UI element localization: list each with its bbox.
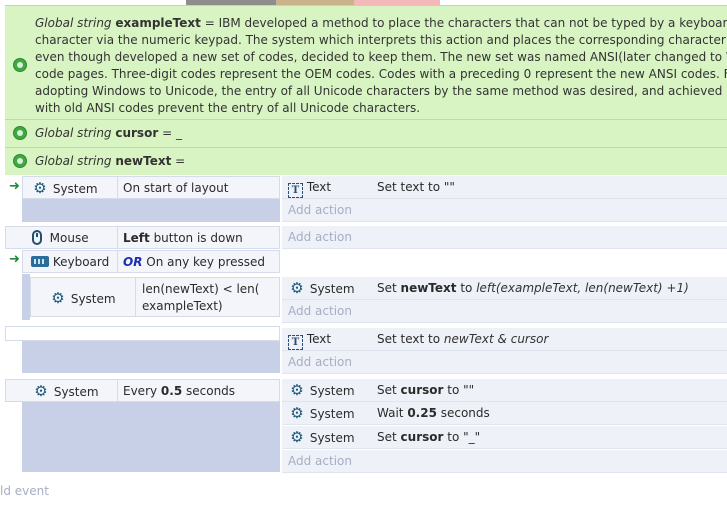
trigger-arrow-icon: ➜: [9, 252, 20, 267]
condition-object-keyboard[interactable]: Keyboard: [22, 250, 118, 273]
condition-object-mouse[interactable]: Mouse: [5, 226, 118, 249]
condition-object-system[interactable]: ⚙ System: [22, 176, 118, 199]
gear-icon: ⚙: [51, 289, 65, 307]
gear-icon: ⚙: [34, 382, 48, 400]
subevent-indent-band: [22, 274, 30, 320]
action-text: Set text to "": [377, 180, 455, 194]
trigger-arrow-icon: ➜: [9, 179, 20, 194]
action-row[interactable]: ⚙ System Set newText to left(exampleText…: [282, 277, 727, 300]
globe-icon: [13, 58, 27, 72]
text-object-icon: T: [288, 183, 303, 198]
action-text: Set newText to left(exampleText, len(new…: [377, 281, 689, 295]
add-event-link[interactable]: ld event: [0, 484, 49, 498]
global-variable-exampletext[interactable]: Global string exampleText = IBM develope…: [5, 5, 727, 119]
action-text: Set cursor to "_": [377, 430, 481, 444]
add-action-button[interactable]: Add action: [282, 226, 727, 249]
globe-icon: [13, 154, 27, 168]
condition-len-compare[interactable]: len(newText) < len( exampleText): [135, 277, 280, 317]
empty-action-area: [282, 250, 727, 273]
add-action-button[interactable]: Add action: [282, 450, 727, 473]
text-object-icon: T: [288, 335, 303, 350]
keyboard-icon: [31, 256, 49, 267]
condition-object-system[interactable]: ⚙ System: [30, 277, 136, 317]
gear-icon: ⚙: [290, 381, 304, 399]
global-variable-text: Global string exampleText = IBM develope…: [35, 16, 727, 115]
globe-icon: [13, 126, 27, 140]
action-text: Set cursor to "": [377, 383, 475, 397]
action-text: Wait 0.25 seconds: [377, 406, 490, 420]
gear-icon: ⚙: [290, 428, 304, 446]
global-variable-newtext[interactable]: Global string newText =: [5, 147, 727, 175]
gear-icon: ⚙: [290, 279, 304, 297]
condition-left-button-down[interactable]: Left button is down: [117, 226, 280, 249]
gear-icon: ⚙: [33, 179, 47, 197]
add-action-button[interactable]: Add action: [282, 300, 727, 323]
action-row[interactable]: ⚙ System Wait 0.25 seconds: [282, 402, 727, 425]
action-row[interactable]: T Text Set text to "": [282, 176, 727, 199]
condition-every-x-seconds[interactable]: Every 0.5 seconds: [117, 379, 280, 402]
add-action-button[interactable]: Add action: [282, 351, 727, 374]
action-row[interactable]: ⚙ System Set cursor to "": [282, 379, 727, 402]
empty-condition[interactable]: [5, 326, 280, 341]
condition-on-any-key-pressed[interactable]: OR On any key pressed: [117, 250, 280, 273]
global-variable-text: Global string newText =: [35, 154, 186, 168]
global-variable-text: Global string cursor = _: [35, 126, 182, 140]
gear-icon: ⚙: [290, 404, 304, 422]
mouse-icon: [32, 230, 42, 245]
add-action-button[interactable]: Add action: [282, 199, 727, 222]
action-row[interactable]: ⚙ System Set cursor to "_": [282, 426, 727, 449]
condition-object-system[interactable]: ⚙ System: [5, 379, 118, 402]
condition-on-start-of-layout[interactable]: On start of layout: [117, 176, 280, 199]
action-row[interactable]: T Text Set text to newText & cursor: [282, 328, 727, 351]
global-variable-cursor[interactable]: Global string cursor = _: [5, 119, 727, 147]
action-text: Set text to newText & cursor: [377, 332, 549, 346]
